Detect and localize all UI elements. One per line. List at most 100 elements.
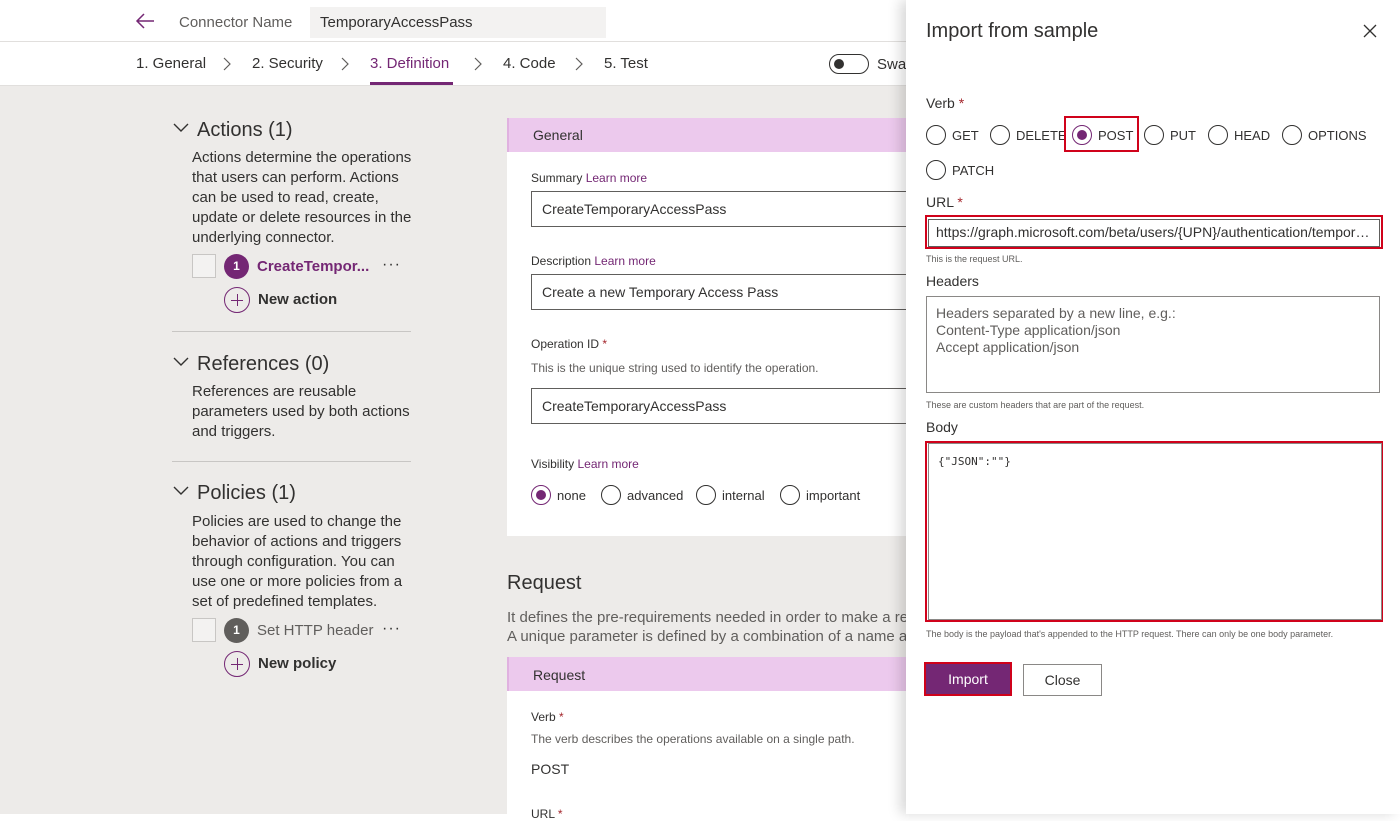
verb-post-label: POST (1098, 128, 1134, 143)
back-arrow-icon[interactable] (134, 10, 156, 32)
more-options-icon[interactable]: ··· (382, 256, 401, 274)
verb-delete-radio[interactable] (990, 125, 1010, 145)
visibility-none-radio[interactable] (531, 485, 551, 505)
connector-name-input[interactable] (310, 7, 606, 38)
close-button[interactable]: Close (1023, 664, 1102, 696)
chevron-down-icon[interactable] (173, 483, 189, 499)
request-header-label: Request (533, 667, 586, 683)
visibility-internal-label: internal (722, 488, 765, 503)
url-label-text: URL (926, 194, 954, 210)
new-policy-button[interactable]: New policy (258, 655, 336, 672)
visibility-label: Visibility Learn more (531, 457, 639, 471)
action-item-label[interactable]: CreateTempor... (257, 258, 369, 275)
more-options-icon[interactable]: ··· (382, 620, 401, 638)
summary-label: Summary Learn more (531, 171, 647, 185)
verb-get-radio[interactable] (926, 125, 946, 145)
request-verb-label-text: Verb (531, 710, 556, 724)
section-divider (172, 461, 411, 462)
verb-put-radio[interactable] (1144, 125, 1164, 145)
operation-id-label: Operation ID * (531, 337, 607, 351)
url-input[interactable]: https://graph.microsoft.com/beta/users/{… (928, 219, 1380, 247)
step-security[interactable]: 2. Security (252, 55, 323, 72)
url-hint: This is the request URL. (926, 254, 1023, 264)
visibility-internal-radio[interactable] (696, 485, 716, 505)
body-textarea[interactable]: {"JSON":""} (928, 443, 1382, 620)
policies-description: Policies are used to change the behavior… (192, 513, 403, 610)
required-mark: * (559, 710, 564, 724)
request-verb-label: Verb * (531, 710, 564, 724)
actions-description: Actions determine the operations that us… (192, 149, 412, 246)
action-checkbox[interactable] (192, 254, 216, 278)
general-header-label: General (533, 127, 583, 143)
verb-label-text: Verb (926, 95, 955, 111)
url-label: URL * (926, 194, 963, 210)
request-description-line-1: It defines the pre-requirements needed i… (507, 609, 907, 626)
verb-put-label: PUT (1170, 128, 1196, 143)
operation-id-description: This is the unique string used to identi… (531, 361, 819, 375)
verb-head-radio[interactable] (1208, 125, 1228, 145)
operation-id-input[interactable]: CreateTemporaryAccessPass (531, 388, 911, 424)
policy-checkbox[interactable] (192, 618, 216, 642)
verb-post-radio[interactable] (1072, 125, 1092, 145)
section-divider (172, 331, 411, 332)
connector-name-label: Connector Name (179, 14, 293, 31)
description-learn-more-link[interactable]: Learn more (594, 254, 655, 268)
step-code[interactable]: 4. Code (503, 55, 556, 72)
request-section-title: Request (507, 572, 582, 594)
headers-placeholder-line-2: Content-Type application/json (936, 322, 1121, 338)
wizard-steps: 1. General 2. Security 3. Definition 4. … (0, 42, 915, 86)
swagger-editor-toggle[interactable] (829, 54, 869, 74)
chevron-down-icon[interactable] (173, 120, 189, 136)
chevron-down-icon[interactable] (173, 354, 189, 370)
summary-learn-more-link[interactable]: Learn more (586, 171, 647, 185)
references-description: References are reusable parameters used … (192, 383, 410, 440)
visibility-none-label: none (557, 488, 586, 503)
required-mark: * (957, 194, 963, 210)
policy-item-label[interactable]: Set HTTP header (257, 622, 373, 639)
chevron-right-icon (474, 57, 482, 71)
headers-label: Headers (926, 273, 979, 289)
import-from-sample-panel: Import from sample Verb * GET DELETE POS… (906, 0, 1400, 814)
verb-delete-label: DELETE (1016, 128, 1067, 143)
general-card-header: General (507, 118, 906, 152)
verb-options-radio[interactable] (1282, 125, 1302, 145)
request-description-line-2: A unique parameter is defined by a combi… (507, 628, 907, 645)
request-card-header: Request (507, 657, 906, 691)
required-mark: * (958, 95, 965, 111)
visibility-learn-more-link[interactable]: Learn more (577, 457, 638, 471)
summary-label-text: Summary (531, 171, 583, 185)
step-test[interactable]: 5. Test (604, 55, 648, 72)
body-label: Body (926, 419, 958, 435)
headers-placeholder-line-1: Headers separated by a new line, e.g.: (936, 305, 1176, 321)
import-button[interactable]: Import (926, 664, 1010, 694)
active-step-indicator (370, 82, 453, 85)
visibility-label-text: Visibility (531, 457, 575, 471)
step-general[interactable]: 1. General (136, 55, 206, 72)
verb-options-label: OPTIONS (1308, 128, 1367, 143)
visibility-important-label: important (806, 488, 861, 503)
new-action-button[interactable]: New action (258, 291, 337, 308)
policies-section-title: Policies (1) (197, 482, 296, 504)
request-card: Request Verb * The verb describes the op… (507, 657, 906, 821)
request-verb-description: The verb describes the operations availa… (531, 732, 855, 746)
add-icon[interactable] (224, 651, 250, 677)
step-definition[interactable]: 3. Definition (370, 55, 449, 72)
action-number-badge: 1 (224, 254, 249, 279)
verb-patch-label: PATCH (952, 163, 995, 178)
summary-input[interactable]: CreateTemporaryAccessPass (531, 191, 911, 227)
verb-head-label: HEAD (1234, 128, 1271, 143)
description-label-text: Description (531, 254, 592, 268)
headers-hint: These are custom headers that are part o… (926, 400, 1145, 410)
close-icon[interactable] (1363, 24, 1377, 38)
request-verb-value: POST (531, 761, 570, 777)
chevron-right-icon (575, 57, 583, 71)
add-icon[interactable] (224, 287, 250, 313)
visibility-advanced-label: advanced (627, 488, 684, 503)
verb-patch-radio[interactable] (926, 160, 946, 180)
description-input[interactable]: Create a new Temporary Access Pass (531, 274, 911, 310)
chevron-right-icon (223, 57, 231, 71)
policy-number-badge: 1 (224, 618, 249, 643)
headers-textarea[interactable]: Headers separated by a new line, e.g.: C… (926, 296, 1380, 393)
visibility-important-radio[interactable] (780, 485, 800, 505)
visibility-advanced-radio[interactable] (601, 485, 621, 505)
